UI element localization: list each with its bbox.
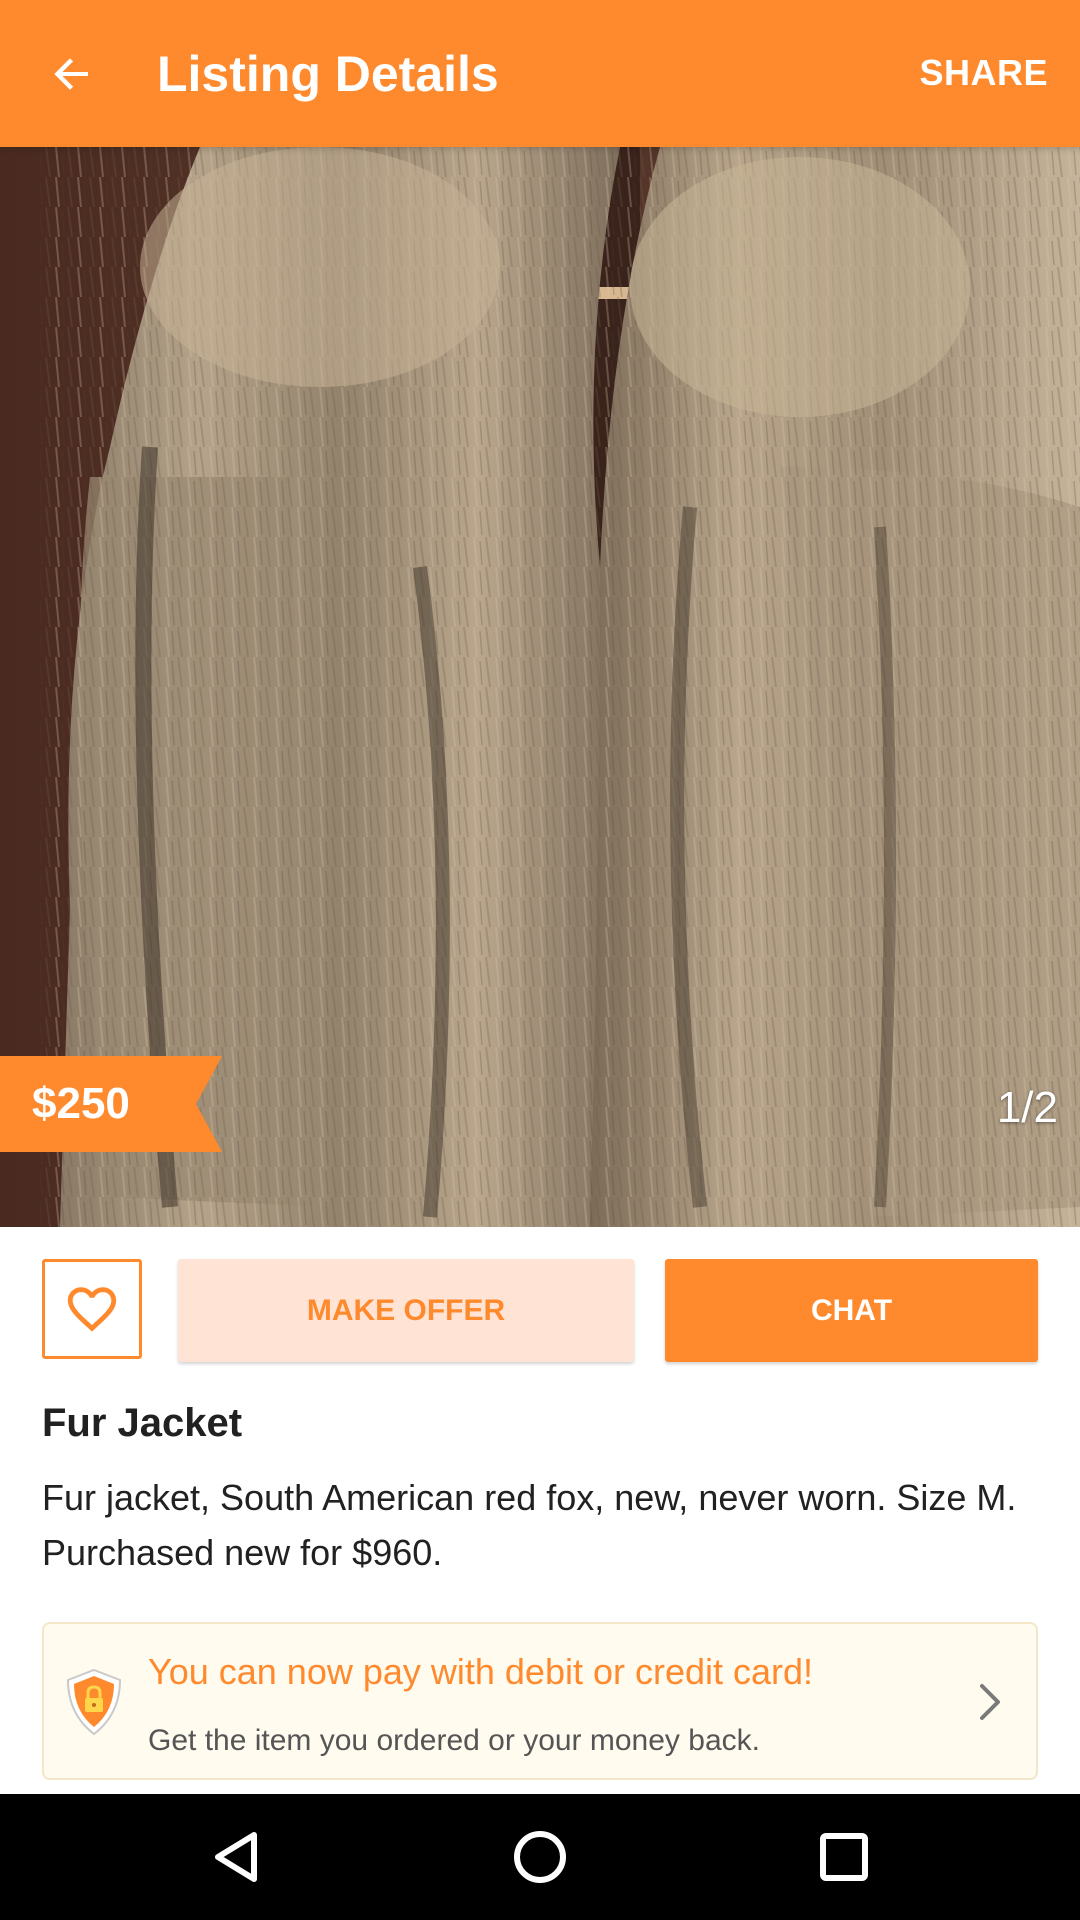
page-title: Listing Details bbox=[157, 46, 499, 102]
make-offer-button[interactable]: MAKE OFFER bbox=[178, 1259, 634, 1362]
nav-back-icon bbox=[215, 1832, 257, 1882]
listing-title: Fur Jacket bbox=[42, 1401, 243, 1445]
nav-back-button[interactable] bbox=[196, 1817, 276, 1897]
favorite-button[interactable] bbox=[42, 1259, 142, 1359]
nav-recents-button[interactable] bbox=[804, 1817, 884, 1897]
system-navigation-bar bbox=[0, 1794, 1080, 1920]
nav-home-button[interactable] bbox=[500, 1817, 580, 1897]
app-bar: Listing Details SHARE bbox=[0, 0, 1080, 147]
action-row: MAKE OFFER CHAT bbox=[0, 1258, 1080, 1364]
chat-button[interactable]: CHAT bbox=[665, 1259, 1038, 1362]
shield-lock-icon bbox=[66, 1668, 122, 1736]
promo-subtext: Get the item you ordered or your money b… bbox=[148, 1724, 760, 1757]
nav-home-icon bbox=[514, 1831, 566, 1883]
chevron-right-icon bbox=[980, 1684, 1000, 1720]
listing-description: Fur jacket, South American red fox, new,… bbox=[42, 1477, 1017, 1573]
promo-headline: You can now pay with debit or credit car… bbox=[148, 1651, 814, 1692]
photo-counter: 1/2 bbox=[996, 1083, 1058, 1132]
nav-recents-icon bbox=[820, 1833, 868, 1881]
payment-protection-banner[interactable]: You can now pay with debit or credit car… bbox=[42, 1622, 1038, 1780]
price-value: $250 bbox=[32, 1079, 130, 1128]
listing-photo[interactable]: $250 1/2 bbox=[0, 147, 1080, 1227]
arrow-left-icon bbox=[54, 58, 88, 90]
price-tag: $250 bbox=[0, 1056, 222, 1152]
share-button[interactable]: SHARE bbox=[919, 50, 1048, 96]
heart-outline-icon bbox=[67, 1287, 117, 1332]
back-button[interactable] bbox=[36, 38, 108, 110]
